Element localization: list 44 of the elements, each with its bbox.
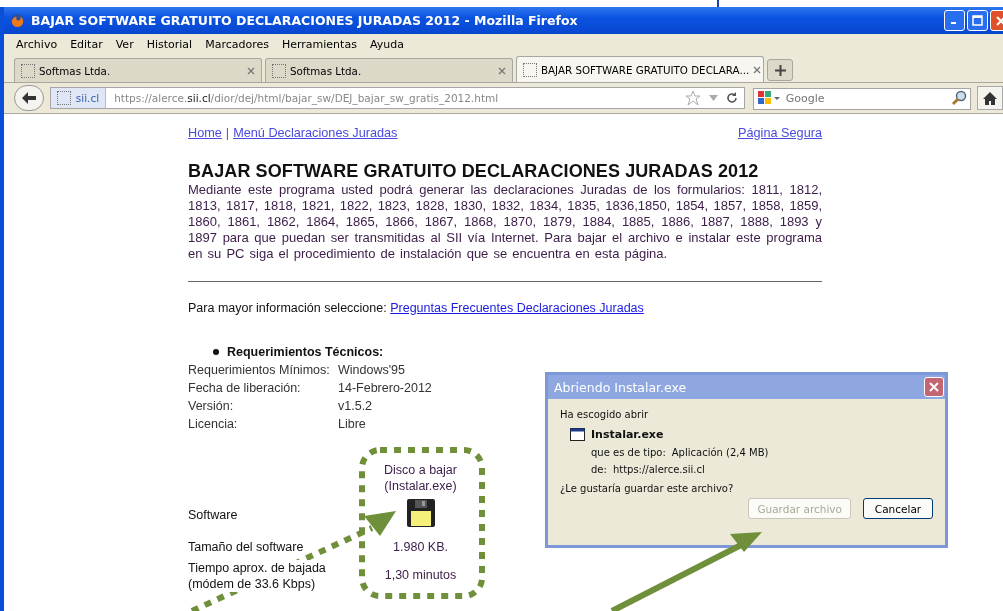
download-time: 1,30 minutos xyxy=(383,568,458,584)
menu-item[interactable]: Ayuda xyxy=(369,37,404,51)
search-field[interactable]: Google xyxy=(752,87,972,110)
menu-item[interactable]: Editar xyxy=(70,37,103,51)
menu-link[interactable]: Menú Declaraciones Juradas xyxy=(233,126,398,140)
spec-label: Fecha de liberación: xyxy=(188,381,302,396)
file-source: https://alerce.sii.cl xyxy=(612,464,705,475)
dialog-text: Ha escogido abrir xyxy=(560,409,650,420)
software-label: Software xyxy=(188,508,239,522)
type-label: que es de tipo: xyxy=(591,447,666,458)
window-title: BAJAR SOFTWARE GRATUITO DECLARACIONES JURADAS 2012 - Mozilla Firefox xyxy=(31,13,578,28)
section-heading: Requerimientos Técnicos: xyxy=(227,345,384,359)
file-size: 1.980 KB. xyxy=(392,540,449,554)
spec-label: Requerimientos Mínimos: xyxy=(188,363,331,378)
menu-item[interactable]: Marcadores xyxy=(205,37,269,51)
page-heading: BAJAR SOFTWARE GRATUITO DECLARACIONES JURADAS 2012 xyxy=(188,161,760,182)
menu-item[interactable]: Archivo xyxy=(16,37,58,51)
file-type: Aplicación (2,4 MB) xyxy=(671,447,769,458)
dialog-question: ¿Le gustaría guardar este archivo? xyxy=(560,483,735,494)
address-bar[interactable]: sii.cl https://alerce.sii.cl/dior/dej/html/bajar_sw/DEJ_bajar_sw_gratis_2012.html xyxy=(49,87,745,109)
source-label: de: xyxy=(591,464,607,475)
spec-value: Windows'95 xyxy=(338,363,406,378)
size-label: Tamaño del software xyxy=(188,540,305,554)
spec-label: Licencia: xyxy=(188,417,239,432)
disk-caption: Disco a bajar (Instalar.exe) xyxy=(384,462,457,494)
file-name: Instalar.exe xyxy=(591,428,664,441)
menu-item[interactable]: Ver xyxy=(115,37,134,51)
dialog-title: Abriendo Instalar.exe xyxy=(554,379,687,395)
browser-tab[interactable]: Softmas Ltda. xyxy=(265,58,513,82)
browser-tab[interactable]: Softmas Ltda. xyxy=(14,58,262,82)
spec-label: Versión: xyxy=(188,399,235,414)
info-text: Para mayor información seleccione: xyxy=(188,301,387,315)
home-link[interactable]: Home xyxy=(188,126,222,140)
spec-value: Libre xyxy=(338,417,367,432)
faq-link[interactable]: Preguntas Frecuentes Declaraciones Juradas xyxy=(390,301,644,315)
link-separator: | xyxy=(225,126,230,140)
browser-tab[interactable]: BAJAR SOFTWARE GRATUITO DECLARA... xyxy=(516,56,764,82)
intro-paragraph: Mediante este programa usted podrá generar las declaraciones Juradas de los formularios: 1811, 1812, 1813, 1817, 1818, 1821, 1822, 1823, 1828, 1830, 1832, 1834, 1835, 1836,1850, 1854, 1857, 1858, 1859, 1860, 1861, 1862, 1864, 1865, 1866, 1867, 1868, 1870, 1879, 1884, 1885, 1886, 1887, 1888, 1893 y 1897 para que puedan ser transmitidas al SII vía Internet. Para bajar el archivo e instalar este programa en su PC siga el procedimiento de instalación que se encuentra en esta página. xyxy=(188,182,822,262)
spec-value: 14-Febrero-2012 xyxy=(338,381,432,396)
secure-page-link[interactable]: Página Segura xyxy=(738,126,822,140)
spec-value: v1.5.2 xyxy=(338,399,374,414)
dialog-button[interactable]: Cancelar xyxy=(863,498,933,519)
menu-item[interactable]: Herramientas xyxy=(281,37,357,51)
menu-item[interactable]: Historial xyxy=(146,37,193,51)
